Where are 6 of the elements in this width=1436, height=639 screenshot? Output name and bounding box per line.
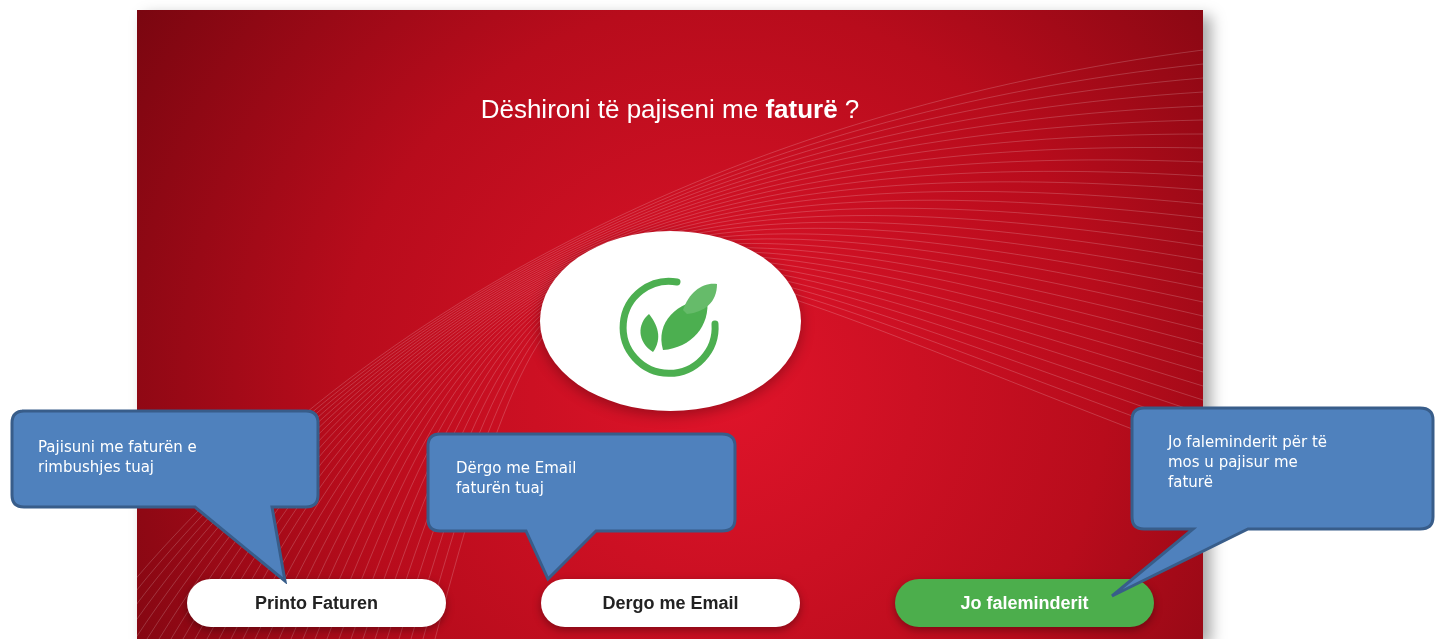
question-title: Dëshironi të pajiseni me faturë ? [480,93,860,126]
callout-text: Dërgo me Email faturën tuaj [456,458,577,498]
callout-text: Pajisuni me faturën e rimbushjes tuaj [38,437,197,477]
callout-text: Jo faleminderit për të mos u pajisur me faturë [1168,432,1328,492]
option-button[interactable]: Printo Faturen [187,579,446,627]
option-button[interactable]: Dergo me Email [541,579,800,627]
